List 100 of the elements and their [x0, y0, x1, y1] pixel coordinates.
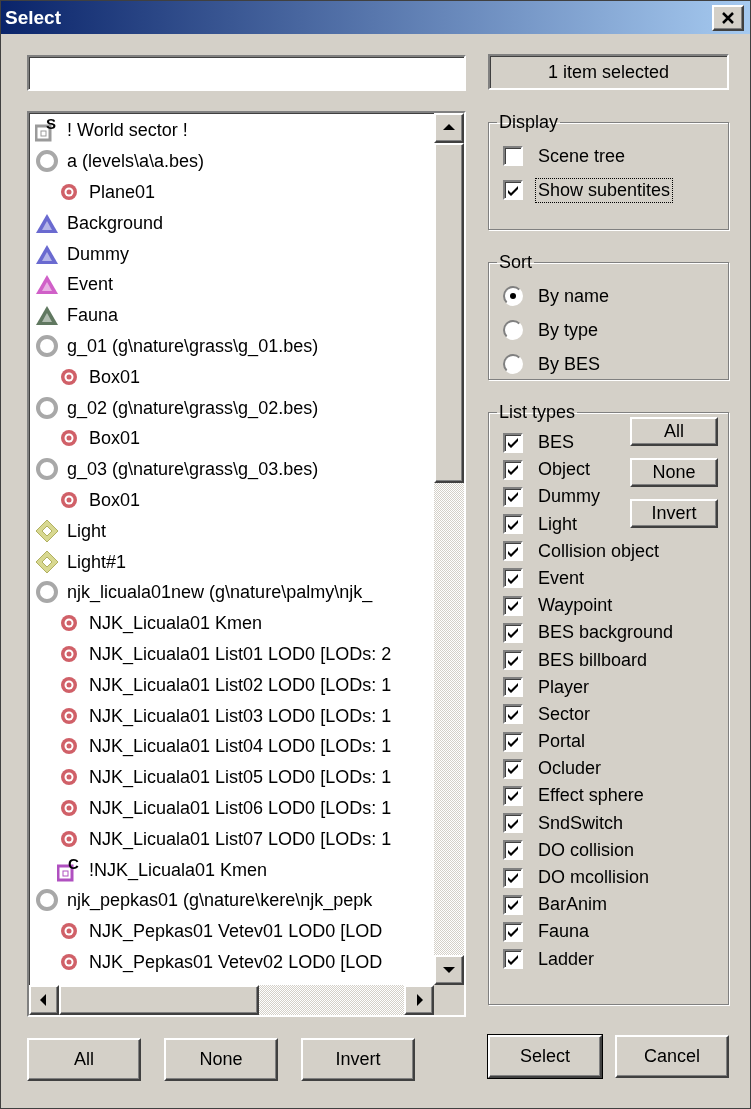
- checkbox[interactable]: [503, 146, 523, 166]
- list-item[interactable]: g_01 (g\nature\grass\g_01.bes): [67, 336, 319, 355]
- list-action-button[interactable]: None: [164, 1038, 278, 1081]
- checkbox[interactable]: [503, 867, 523, 888]
- dialog-button[interactable]: Select: [488, 1035, 602, 1078]
- checkbox[interactable]: [503, 541, 523, 562]
- list-item[interactable]: NJK_Licuala01 List03 LOD0 [LODs: 1: [89, 706, 392, 725]
- vertical-scrollbar[interactable]: [434, 113, 464, 985]
- list-item[interactable]: g_03 (g\nature\grass\g_03.bes): [67, 460, 319, 479]
- check-icon: [507, 545, 519, 557]
- checkbox[interactable]: [503, 813, 523, 834]
- checkbox[interactable]: [503, 785, 523, 806]
- horizontal-scrollbar[interactable]: [29, 985, 434, 1015]
- checkbox-label: Fauna: [537, 920, 591, 944]
- check-icon: [507, 872, 519, 883]
- target-icon: [60, 429, 78, 448]
- checkbox[interactable]: [503, 486, 523, 507]
- list-item[interactable]: NJK_Pepkas01 Vetev01 LOD0 [LOD: [89, 922, 383, 941]
- target-icon: [60, 675, 78, 694]
- checkbox[interactable]: [503, 432, 523, 453]
- checkbox[interactable]: [503, 894, 523, 915]
- list-item[interactable]: Dummy: [67, 244, 129, 263]
- list-item[interactable]: NJK_Licuala01 Kmen: [89, 614, 263, 633]
- ring-icon: [35, 149, 59, 174]
- target-icon: [60, 490, 78, 509]
- dialog-button[interactable]: Cancel: [615, 1035, 729, 1078]
- target-icon: [60, 829, 78, 848]
- checkbox[interactable]: [503, 650, 523, 670]
- list-item[interactable]: NJK_Licuala01 List07 LOD0 [LODs: 1: [89, 829, 392, 848]
- check-icon: [507, 763, 519, 775]
- checkbox-label: Ocluder: [537, 757, 603, 781]
- scroll-down-button[interactable]: [434, 955, 464, 985]
- type-filter-button[interactable]: None: [630, 458, 718, 487]
- list-item[interactable]: NJK_Licuala01 List02 LOD0 [LODs: 1: [89, 675, 392, 694]
- type-filter-button[interactable]: All: [630, 417, 718, 446]
- scroll-right-button[interactable]: [404, 985, 434, 1015]
- radio-button[interactable]: [503, 320, 523, 340]
- list-item[interactable]: Light#1: [67, 552, 127, 571]
- check-icon: [507, 572, 519, 584]
- close-icon: [721, 11, 735, 24]
- check-icon: [507, 184, 519, 196]
- target-icon: [60, 644, 78, 663]
- check-icon: [507, 953, 519, 965]
- group-label: Display: [498, 112, 560, 133]
- checkbox[interactable]: [503, 921, 523, 942]
- check-icon: [507, 681, 519, 693]
- list-item[interactable]: Background: [67, 213, 164, 232]
- list-item[interactable]: Box01: [89, 429, 141, 448]
- close-button[interactable]: [712, 4, 744, 31]
- checkbox[interactable]: [503, 459, 523, 480]
- checkbox-label: Ladder: [537, 947, 596, 971]
- list-item[interactable]: NJK_Licuala01 List01 LOD0 [LODs: 2: [89, 644, 392, 663]
- radio-button[interactable]: [503, 286, 523, 306]
- scroll-thumb[interactable]: [434, 143, 464, 483]
- list-item[interactable]: Box01: [89, 367, 141, 386]
- list-item[interactable]: g_02 (g\nature\grass\g_02.bes): [67, 398, 319, 417]
- list-item[interactable]: Box01: [89, 490, 141, 509]
- list-item[interactable]: !NJK_Licuala01 Kmen: [89, 860, 268, 879]
- checkbox[interactable]: [503, 840, 523, 861]
- check-icon: [507, 736, 519, 748]
- checkbox-label: Effect sphere: [537, 784, 645, 808]
- checkbox[interactable]: [503, 731, 523, 752]
- list-item[interactable]: Plane01: [89, 183, 156, 201]
- diamond-icon: [35, 518, 59, 543]
- list-item[interactable]: NJK_Licuala01 List05 LOD0 [LODs: 1: [89, 768, 392, 787]
- checkbox-label: Object: [537, 458, 592, 482]
- scroll-left-button[interactable]: [29, 985, 59, 1015]
- list-item[interactable]: a (levels\a\a.bes): [67, 152, 205, 171]
- list-action-button[interactable]: Invert: [301, 1038, 415, 1081]
- list-item[interactable]: Event: [67, 275, 114, 294]
- radio-label: By name: [537, 284, 611, 308]
- list-item[interactable]: Fauna: [67, 306, 119, 325]
- type-filter-button[interactable]: Invert: [630, 499, 718, 528]
- checkbox[interactable]: [503, 514, 523, 535]
- list-item[interactable]: NJK_Licuala01 List06 LOD0 [LODs: 1: [89, 798, 392, 817]
- check-icon: [507, 627, 519, 639]
- list-item[interactable]: ! World sector !: [67, 121, 188, 140]
- list-item[interactable]: Light: [67, 521, 107, 540]
- checkbox[interactable]: [503, 704, 523, 725]
- group-label: Sort: [498, 252, 533, 273]
- window-title: Select: [5, 6, 61, 29]
- checkbox[interactable]: [503, 595, 523, 616]
- scroll-thumb[interactable]: [59, 985, 259, 1015]
- list-item[interactable]: njk_licuala01new (g\nature\palmy\njk_: [67, 583, 373, 602]
- list-item[interactable]: njk_pepkas01 (g\nature\kere\njk_pepk: [67, 891, 373, 910]
- radio-button[interactable]: [503, 354, 523, 374]
- list-item[interactable]: NJK_Licuala01 List04 LOD0 [LODs: 1: [89, 737, 392, 756]
- scroll-up-button[interactable]: [434, 113, 464, 143]
- check-icon: [507, 518, 519, 530]
- checkbox[interactable]: [503, 568, 523, 589]
- checkbox-label: Waypoint: [537, 594, 614, 618]
- list-action-button[interactable]: All: [27, 1038, 141, 1081]
- check-icon: [507, 899, 519, 911]
- checkbox[interactable]: [503, 758, 523, 779]
- search-field[interactable]: [27, 55, 466, 91]
- checkbox[interactable]: [503, 677, 523, 698]
- checkbox[interactable]: [503, 949, 523, 970]
- checkbox[interactable]: [503, 180, 523, 200]
- checkbox[interactable]: [503, 622, 523, 643]
- list-item[interactable]: NJK_Pepkas01 Vetev02 LOD0 [LOD: [89, 952, 383, 971]
